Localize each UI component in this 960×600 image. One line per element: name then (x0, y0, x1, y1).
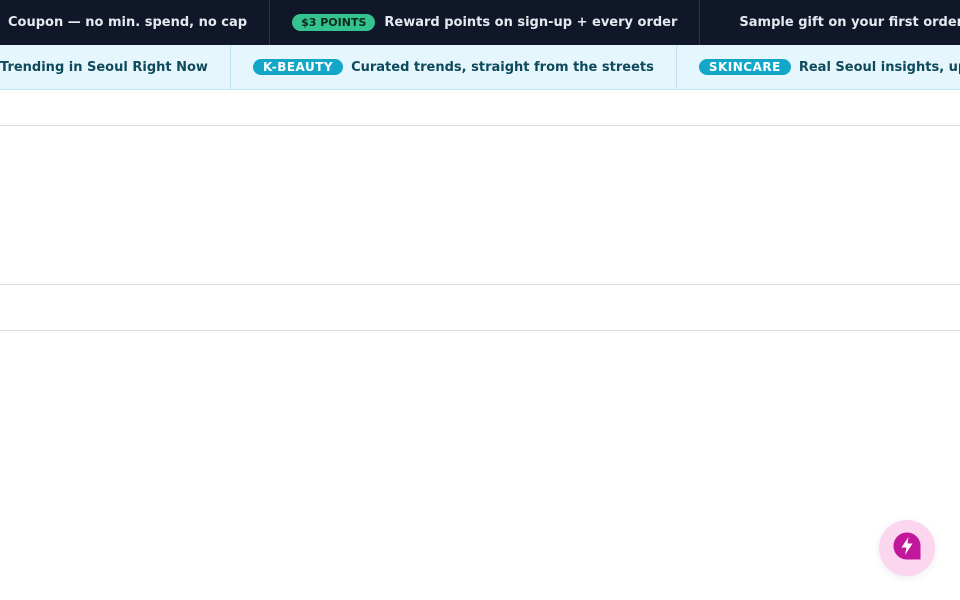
trend-track: Trending in Seoul Right Now K-BEAUTY Cur… (0, 45, 960, 89)
promo-item-text: Reward points on sign-up + every order (384, 15, 678, 30)
points-badge: $3 POINTS (292, 14, 376, 31)
trend-item-text: Curated trends, straight from the street… (351, 59, 654, 75)
kbeauty-tag: K-BEAUTY (252, 59, 344, 75)
chat-button[interactable] (879, 520, 935, 576)
trend-item-text: Real Seoul insights, updated (798, 59, 960, 75)
skincare-tag: SKINCARE (698, 59, 791, 75)
trend-item-seoul: Trending in Seoul Right Now (0, 45, 231, 89)
section-divider (0, 125, 960, 126)
gift-icon (722, 17, 733, 28)
section-divider (0, 330, 960, 331)
promo-item-text: Sample gift on your first order (739, 15, 960, 30)
promo-marquee: Coupon — no min. spend, no cap $3 POINTS… (0, 0, 960, 45)
promo-item-coupon: Coupon — no min. spend, no cap (0, 0, 271, 45)
trend-marquee: Trending in Seoul Right Now K-BEAUTY Cur… (0, 45, 960, 90)
trend-item-text: Trending in Seoul Right Now (0, 59, 208, 75)
section-divider (0, 284, 960, 285)
trend-item-kbeauty: K-BEAUTY Curated trends, straight from t… (231, 45, 677, 89)
promo-item-points: $3 POINTS Reward points on sign-up + eve… (270, 0, 701, 45)
promo-track: Coupon — no min. spend, no cap $3 POINTS… (0, 0, 960, 45)
promo-item-text: Coupon — no min. spend, no cap (8, 15, 248, 30)
trend-item-skincare: SKINCARE Real Seoul insights, updated (677, 45, 960, 89)
lightning-chat-icon (892, 531, 922, 565)
promo-item-gift: Sample gift on your first order (700, 0, 960, 45)
